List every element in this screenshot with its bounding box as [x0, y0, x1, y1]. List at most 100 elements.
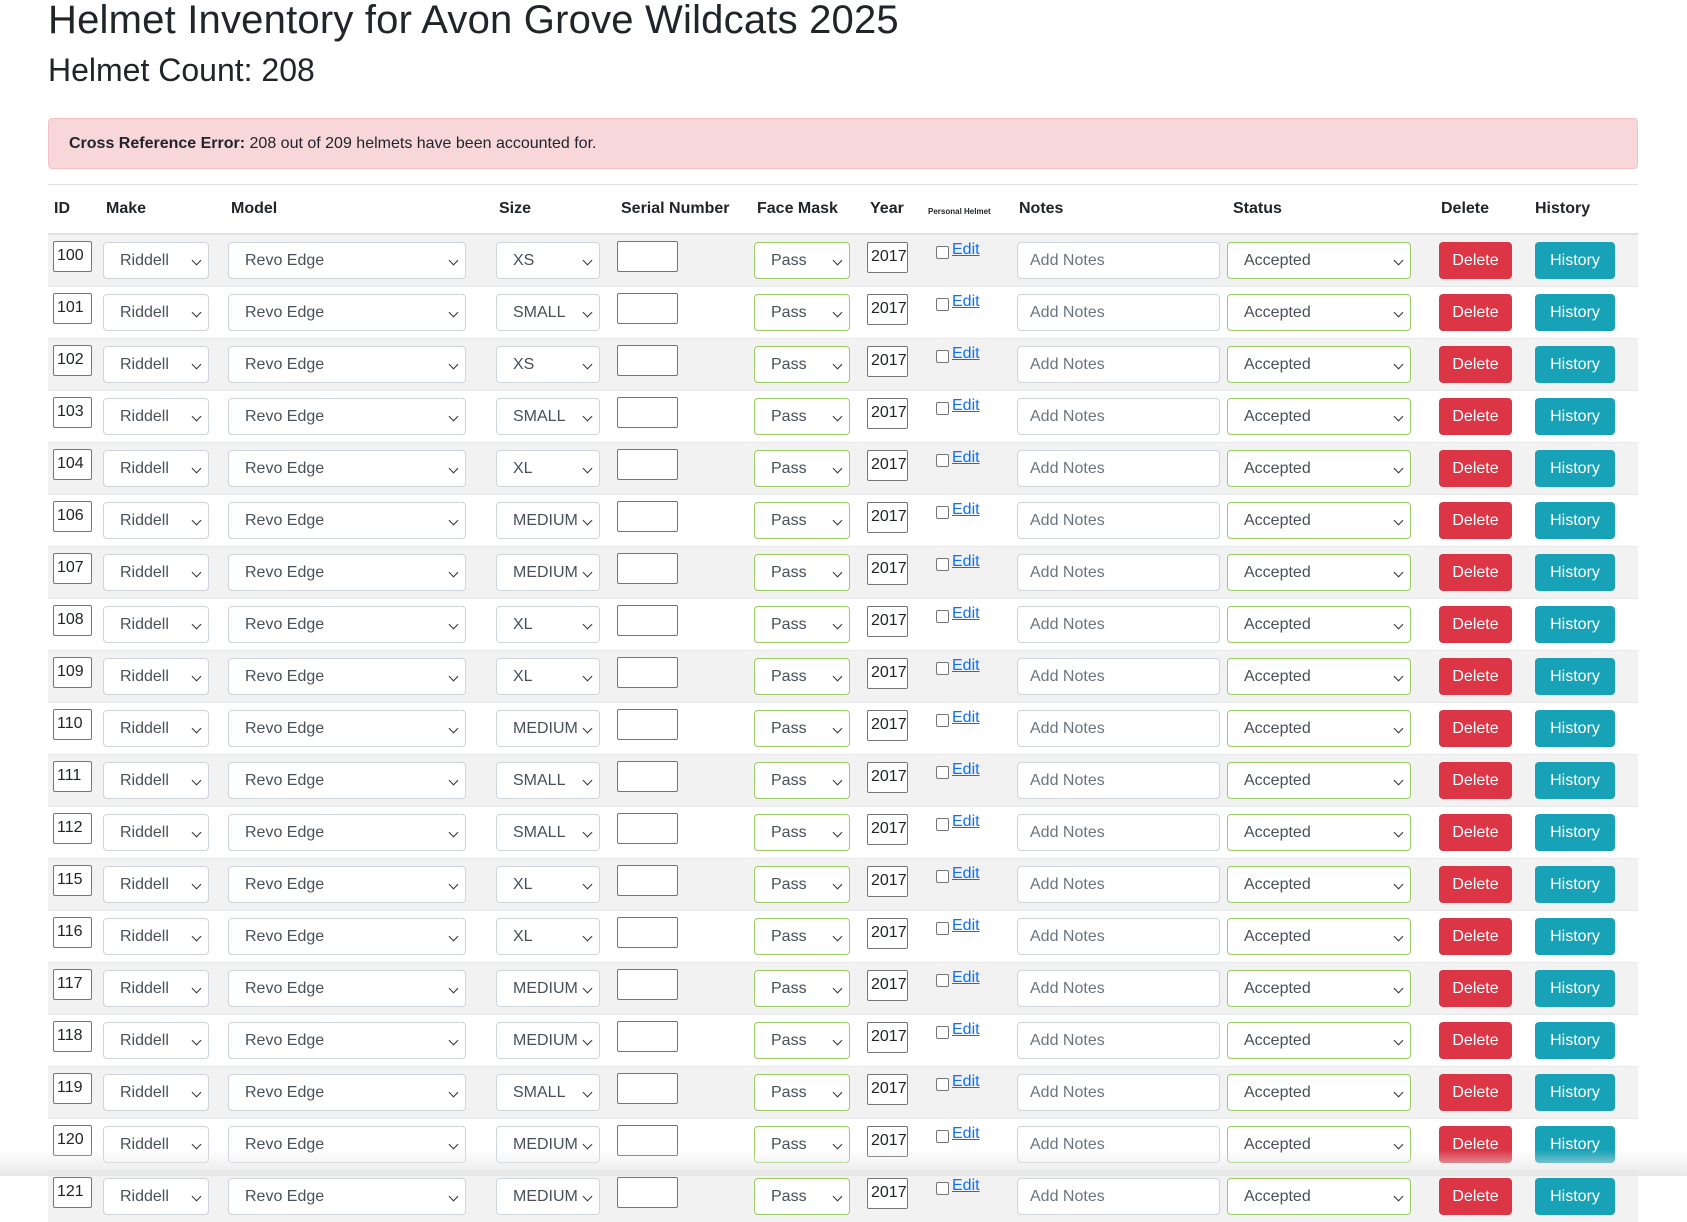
history-button[interactable]: History	[1535, 606, 1615, 643]
personal-helmet-checkbox[interactable]	[936, 922, 949, 935]
edit-link[interactable]: Edit	[952, 605, 980, 623]
status-select[interactable]: Accepted	[1227, 502, 1411, 539]
edit-link[interactable]: Edit	[952, 1073, 980, 1091]
make-select[interactable]: Riddell	[103, 866, 209, 903]
notes-input[interactable]: Add Notes	[1017, 398, 1220, 435]
delete-button[interactable]: Delete	[1439, 866, 1512, 903]
edit-link[interactable]: Edit	[952, 1177, 980, 1195]
edit-link[interactable]: Edit	[952, 969, 980, 987]
serial-number-input[interactable]	[617, 449, 678, 480]
year-input[interactable]: 2017	[867, 502, 908, 533]
model-select[interactable]: Revo Edge	[228, 918, 466, 955]
edit-link[interactable]: Edit	[952, 553, 980, 571]
notes-input[interactable]: Add Notes	[1017, 918, 1220, 955]
history-button[interactable]: History	[1535, 294, 1615, 331]
serial-number-input[interactable]	[617, 397, 678, 428]
notes-input[interactable]: Add Notes	[1017, 1178, 1220, 1215]
id-input[interactable]: 107	[53, 553, 92, 584]
personal-helmet-checkbox[interactable]	[936, 506, 949, 519]
model-select[interactable]: Revo Edge	[228, 658, 466, 695]
make-select[interactable]: Riddell	[103, 762, 209, 799]
edit-link[interactable]: Edit	[952, 1021, 980, 1039]
delete-button[interactable]: Delete	[1439, 346, 1512, 383]
size-select[interactable]: XS	[496, 242, 600, 279]
face-mask-select[interactable]: Pass	[754, 398, 850, 435]
id-input[interactable]: 121	[53, 1177, 92, 1208]
personal-helmet-checkbox[interactable]	[936, 1182, 949, 1195]
serial-number-input[interactable]	[617, 1177, 678, 1208]
edit-link[interactable]: Edit	[952, 345, 980, 363]
edit-link[interactable]: Edit	[952, 241, 980, 259]
id-input[interactable]: 101	[53, 293, 92, 324]
status-select[interactable]: Accepted	[1227, 606, 1411, 643]
year-input[interactable]: 2017	[867, 450, 908, 481]
edit-link[interactable]: Edit	[952, 709, 980, 727]
size-select[interactable]: SMALL	[496, 1074, 600, 1111]
id-input[interactable]: 119	[53, 1073, 92, 1104]
status-select[interactable]: Accepted	[1227, 294, 1411, 331]
delete-button[interactable]: Delete	[1439, 1022, 1512, 1059]
history-button[interactable]: History	[1535, 1074, 1615, 1111]
personal-helmet-checkbox[interactable]	[936, 662, 949, 675]
serial-number-input[interactable]	[617, 917, 678, 948]
year-input[interactable]: 2017	[867, 1022, 908, 1053]
size-select[interactable]: XL	[496, 450, 600, 487]
year-input[interactable]: 2017	[867, 1178, 908, 1209]
serial-number-input[interactable]	[617, 345, 678, 376]
delete-button[interactable]: Delete	[1439, 502, 1512, 539]
personal-helmet-checkbox[interactable]	[936, 818, 949, 831]
face-mask-select[interactable]: Pass	[754, 294, 850, 331]
model-select[interactable]: Revo Edge	[228, 1178, 466, 1215]
make-select[interactable]: Riddell	[103, 294, 209, 331]
notes-input[interactable]: Add Notes	[1017, 346, 1220, 383]
year-input[interactable]: 2017	[867, 970, 908, 1001]
history-button[interactable]: History	[1535, 398, 1615, 435]
serial-number-input[interactable]	[617, 241, 678, 272]
face-mask-select[interactable]: Pass	[754, 346, 850, 383]
year-input[interactable]: 2017	[867, 346, 908, 377]
id-input[interactable]: 116	[53, 917, 92, 948]
id-input[interactable]: 106	[53, 501, 92, 532]
notes-input[interactable]: Add Notes	[1017, 242, 1220, 279]
notes-input[interactable]: Add Notes	[1017, 866, 1220, 903]
id-input[interactable]: 103	[53, 397, 92, 428]
serial-number-input[interactable]	[617, 605, 678, 636]
make-select[interactable]: Riddell	[103, 554, 209, 591]
serial-number-input[interactable]	[617, 657, 678, 688]
status-select[interactable]: Accepted	[1227, 762, 1411, 799]
year-input[interactable]: 2017	[867, 294, 908, 325]
face-mask-select[interactable]: Pass	[754, 762, 850, 799]
personal-helmet-checkbox[interactable]	[936, 610, 949, 623]
face-mask-select[interactable]: Pass	[754, 606, 850, 643]
id-input[interactable]: 104	[53, 449, 92, 480]
model-select[interactable]: Revo Edge	[228, 710, 466, 747]
face-mask-select[interactable]: Pass	[754, 710, 850, 747]
face-mask-select[interactable]: Pass	[754, 918, 850, 955]
status-select[interactable]: Accepted	[1227, 398, 1411, 435]
delete-button[interactable]: Delete	[1439, 1178, 1512, 1215]
serial-number-input[interactable]	[617, 293, 678, 324]
size-select[interactable]: SMALL	[496, 294, 600, 331]
history-button[interactable]: History	[1535, 450, 1615, 487]
serial-number-input[interactable]	[617, 553, 678, 584]
notes-input[interactable]: Add Notes	[1017, 970, 1220, 1007]
notes-input[interactable]: Add Notes	[1017, 814, 1220, 851]
make-select[interactable]: Riddell	[103, 658, 209, 695]
personal-helmet-checkbox[interactable]	[936, 350, 949, 363]
delete-button[interactable]: Delete	[1439, 970, 1512, 1007]
id-input[interactable]: 118	[53, 1021, 92, 1052]
notes-input[interactable]: Add Notes	[1017, 294, 1220, 331]
model-select[interactable]: Revo Edge	[228, 346, 466, 383]
id-input[interactable]: 108	[53, 605, 92, 636]
year-input[interactable]: 2017	[867, 866, 908, 897]
size-select[interactable]: XL	[496, 658, 600, 695]
make-select[interactable]: Riddell	[103, 710, 209, 747]
id-input[interactable]: 102	[53, 345, 92, 376]
year-input[interactable]: 2017	[867, 242, 908, 273]
year-input[interactable]: 2017	[867, 762, 908, 793]
face-mask-select[interactable]: Pass	[754, 242, 850, 279]
make-select[interactable]: Riddell	[103, 606, 209, 643]
notes-input[interactable]: Add Notes	[1017, 1074, 1220, 1111]
id-input[interactable]: 109	[53, 657, 92, 688]
serial-number-input[interactable]	[617, 761, 678, 792]
